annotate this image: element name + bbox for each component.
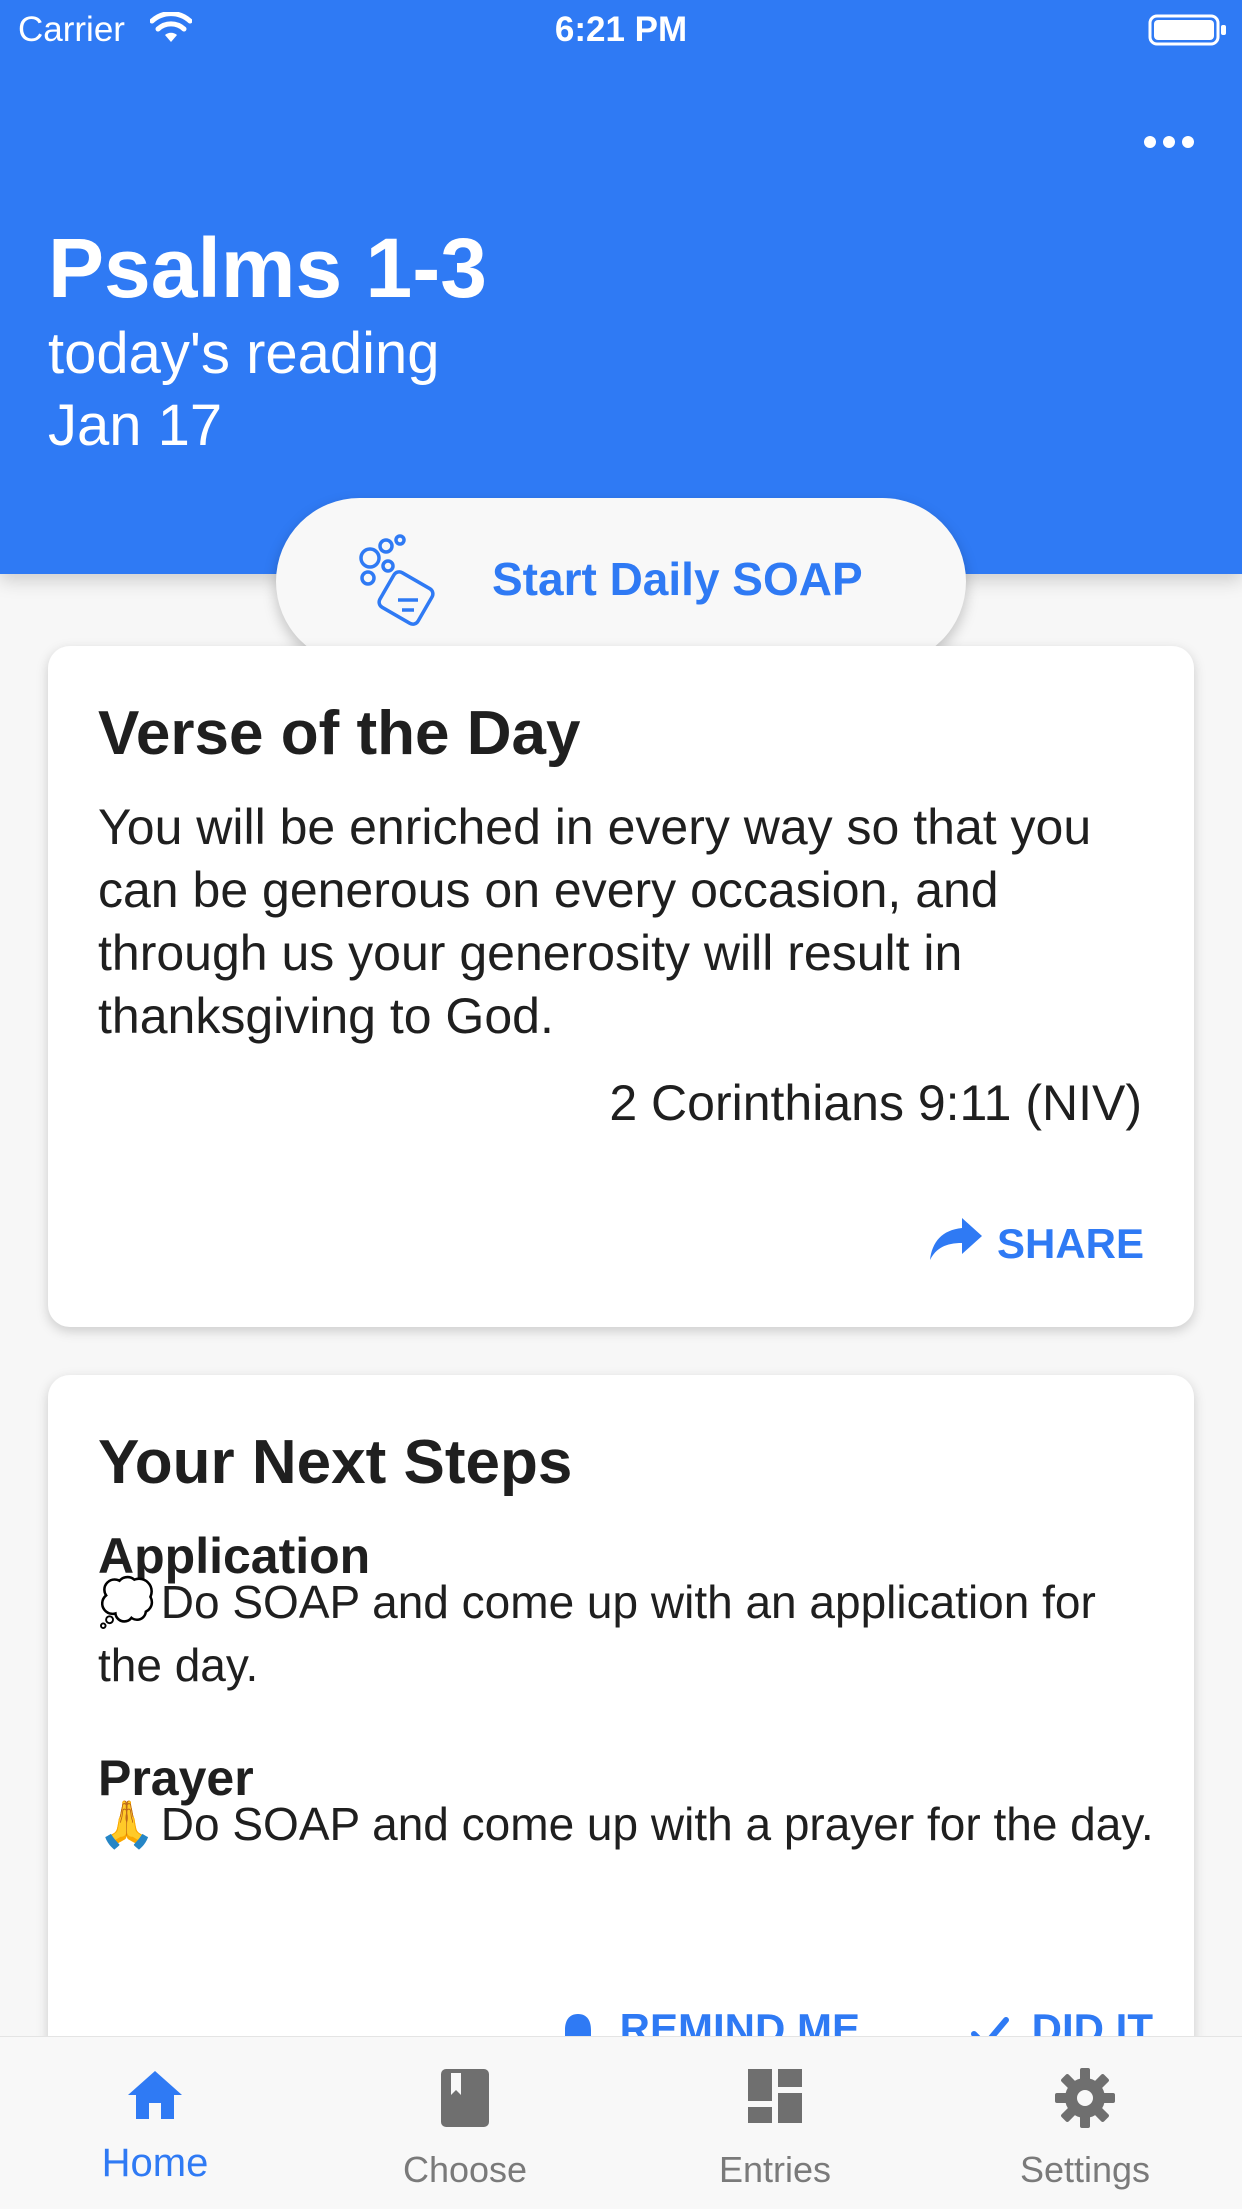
clock: 6:21 PM (554, 10, 688, 49)
dashboard-icon (620, 2067, 930, 2130)
reading-date: Jan 17 (48, 393, 223, 458)
verse-of-the-day-card: Verse of the Day You will be enriched in… (48, 646, 1194, 1327)
verse-card-title: Verse of the Day (98, 699, 581, 768)
header: Carrier 6:21 PM Psalms 1-3 today's readi… (0, 0, 1242, 574)
more-dots-icon (1144, 136, 1194, 148)
tab-entries[interactable]: Entries (620, 2037, 930, 2209)
tab-settings[interactable]: Settings (930, 2037, 1240, 2209)
reading-title: Psalms 1-3 (48, 221, 487, 315)
status-bar: Carrier 6:21 PM (0, 0, 1242, 62)
home-icon (0, 2067, 310, 2128)
tab-settings-label: Settings (1019, 2149, 1151, 2190)
next-steps-card: Your Next Steps Application 💭 Do SOAP an… (48, 1375, 1194, 2135)
application-description: Do SOAP and come up with an application … (98, 1576, 1096, 1691)
application-text: 💭 Do SOAP and come up with an applicatio… (98, 1571, 1168, 1697)
prayer-text: 🙏 Do SOAP and come up with a prayer for … (98, 1793, 1168, 1856)
gear-icon (930, 2067, 1240, 2134)
share-label: SHARE (996, 1220, 1144, 1267)
start-soap-label: Start Daily SOAP (492, 553, 863, 605)
prayer-description: Do SOAP and come up with a prayer for th… (160, 1798, 1154, 1850)
tab-home-label: Home (101, 2141, 209, 2185)
start-soap-button[interactable]: Start Daily SOAP (276, 498, 966, 665)
share-icon (928, 1214, 984, 1267)
tab-entries-label: Entries (718, 2149, 832, 2190)
more-menu-button[interactable] (1140, 122, 1200, 162)
reading-subtitle: today's reading (48, 321, 440, 386)
share-button[interactable]: SHARE (914, 1206, 1144, 1276)
tab-choose[interactable]: Choose (310, 2037, 620, 2209)
thought-bubble-icon: 💭 (98, 1576, 156, 1628)
battery-icon (1148, 14, 1228, 57)
book-icon (310, 2067, 620, 2134)
verse-text: You will be enriched in every way so tha… (98, 799, 1092, 1044)
verse-reference: 2 Corinthians 9:11 (NIV) (609, 1075, 1142, 1131)
soap-icon (356, 534, 446, 635)
tab-choose-label: Choose (402, 2149, 528, 2190)
next-steps-title: Your Next Steps (98, 1428, 573, 1497)
tab-bar: Home Choose Entries Settings (0, 2036, 1242, 2209)
tab-home[interactable]: Home (0, 2037, 310, 2209)
praying-hands-icon: 🙏 (98, 1798, 156, 1850)
